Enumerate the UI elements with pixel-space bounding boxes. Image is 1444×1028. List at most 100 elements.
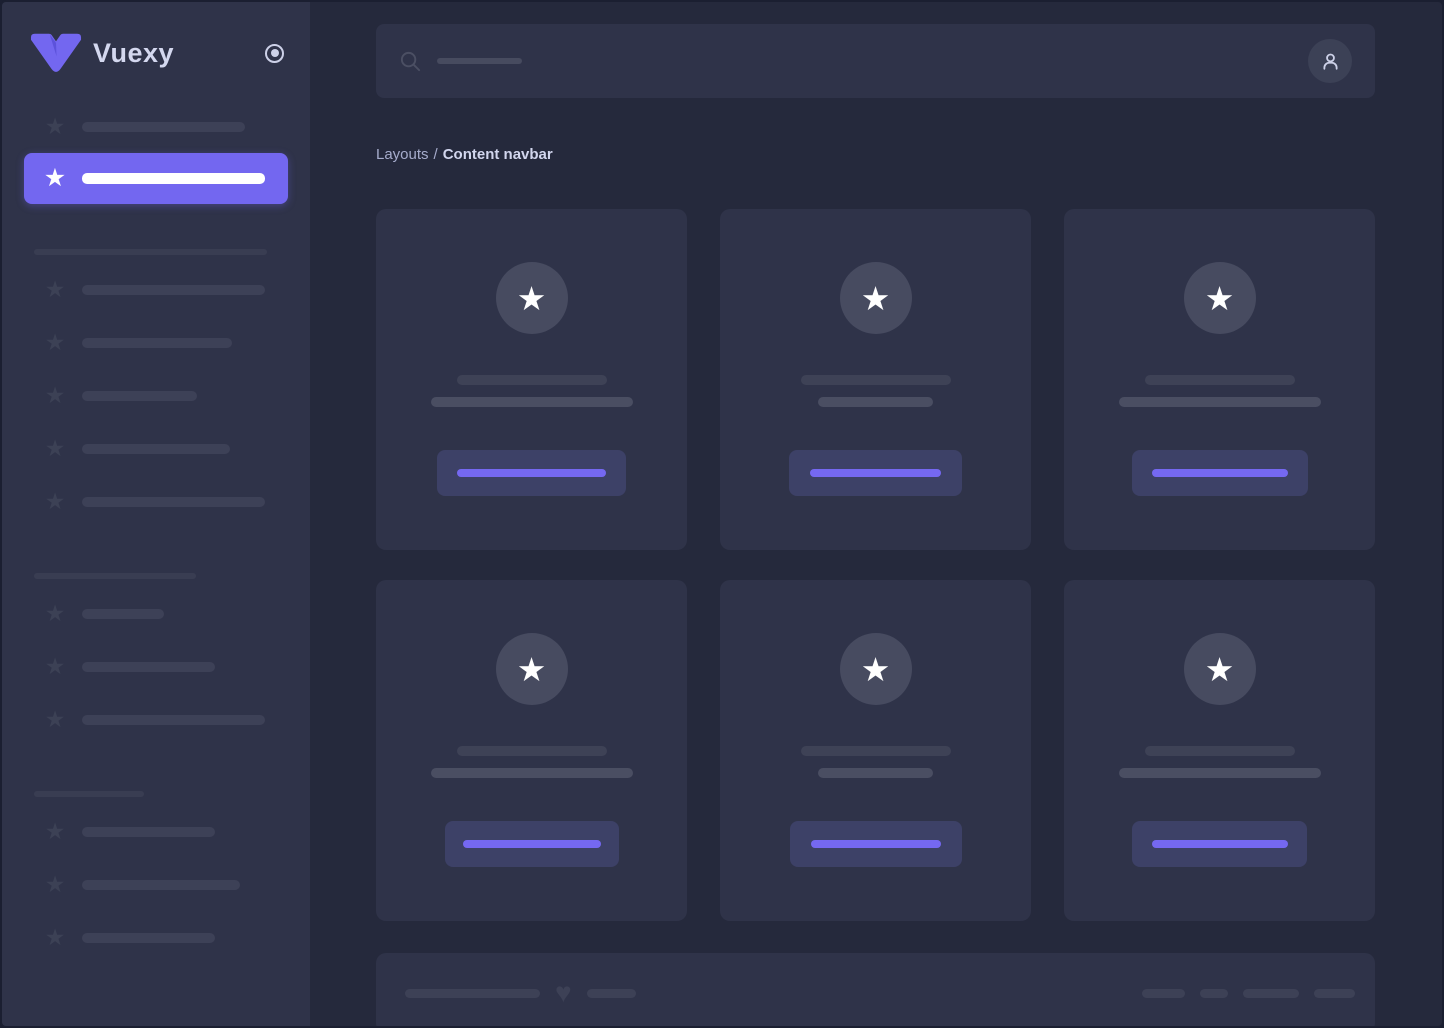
skeleton-bar [82,122,245,132]
sidebar: Vuexy ★ ★ ★ ★ ★ ★ ★ ★ ★ ★ ★ ★ ★ [2,2,310,1026]
sidebar-section: ★ ★ ★ [2,573,310,746]
sidebar-item[interactable]: ★ [2,911,310,964]
star-icon: ★ [42,873,68,896]
star-icon: ★ [1205,282,1235,315]
sidebar-item[interactable]: ★ [2,640,310,693]
skeleton-bar [818,768,933,778]
footer-card: ♥ [376,953,1375,1028]
skeleton-bar [1119,768,1321,778]
sidebar-item[interactable]: ★ [2,263,310,316]
star-icon: ★ [42,384,68,407]
button-label-bar [810,469,941,477]
skeleton-bar [82,173,265,184]
top-navbar [376,24,1375,98]
sidebar-item[interactable]: ★ [2,587,310,640]
skeleton-bar [1145,375,1295,385]
breadcrumb-section-link[interactable]: Layouts [376,146,429,163]
menu-pin-toggle-icon[interactable] [265,44,284,63]
star-icon: ★ [1205,653,1235,686]
sidebar-item[interactable]: ★ [2,805,310,858]
card: ★ [720,209,1031,550]
star-icon: ★ [42,820,68,843]
star-icon: ★ [861,282,891,315]
skeleton-bar [405,989,540,998]
card-button[interactable] [1132,821,1307,867]
sidebar-item-active[interactable]: ★ [24,153,288,204]
star-icon: ★ [42,115,68,138]
card-button[interactable] [1132,450,1308,496]
sidebar-section: ★ ★ ★ [2,791,310,964]
skeleton-bar [82,933,215,943]
star-icon: ★ [42,708,68,731]
skeleton-bar [457,746,607,756]
skeleton-bar [82,662,215,672]
card-button[interactable] [789,450,962,496]
skeleton-bar [1314,989,1355,998]
card: ★ [1064,580,1375,921]
button-label-bar [457,469,606,477]
breadcrumb-current-page: Content navbar [443,146,553,163]
star-icon: ★ [517,653,547,686]
card-avatar: ★ [496,633,568,705]
vuexy-logo-icon [30,32,82,74]
skeleton-bar [82,715,265,725]
star-icon: ★ [42,655,68,678]
skeleton-bar [431,768,633,778]
card-avatar: ★ [840,633,912,705]
skeleton-bar [431,397,633,407]
skeleton-bar [457,375,607,385]
card-avatar: ★ [496,262,568,334]
star-icon: ★ [861,653,891,686]
app-window: Vuexy ★ ★ ★ ★ ★ ★ ★ ★ ★ ★ ★ ★ ★ Layouts / Content navb… [0,0,1444,1028]
sidebar-item[interactable]: ★ [2,422,310,475]
card-avatar: ★ [1184,262,1256,334]
sidebar-item[interactable]: ★ [2,369,310,422]
button-label-bar [1152,469,1288,477]
sidebar-item[interactable]: ★ [2,316,310,369]
sidebar-item[interactable]: ★ [2,100,310,153]
card-avatar: ★ [1184,633,1256,705]
search-input[interactable] [437,58,522,64]
skeleton-bar [1145,746,1295,756]
card: ★ [376,209,687,550]
skeleton-bar [82,880,240,890]
user-avatar-button[interactable] [1308,39,1352,83]
skeleton-bar [801,375,951,385]
star-icon: ★ [42,926,68,949]
skeleton-bar [1119,397,1321,407]
card: ★ [1064,209,1375,550]
heart-icon: ♥ [555,979,572,1007]
breadcrumb-separator: / [434,146,438,163]
skeleton-bar [801,746,951,756]
skeleton-bar [1142,989,1185,998]
section-header-bar [34,573,196,579]
button-label-bar [1152,840,1288,848]
card: ★ [720,580,1031,921]
brand-name: Vuexy [93,38,265,69]
card-button[interactable] [790,821,962,867]
main-content: Layouts / Content navbar ★ ★ ★ ★ ★ ★ ♥ [310,2,1442,1026]
sidebar-menu: ★ ★ ★ ★ ★ ★ ★ ★ ★ ★ ★ ★ ★ [2,100,310,964]
star-icon: ★ [42,437,68,460]
card-button[interactable] [445,821,619,867]
skeleton-bar [82,444,230,454]
card-button[interactable] [437,450,626,496]
sidebar-item[interactable]: ★ [2,858,310,911]
skeleton-bar [818,397,933,407]
person-icon [1319,50,1342,73]
footer-right-bars [1142,989,1355,998]
skeleton-bar [82,827,215,837]
skeleton-bar [1243,989,1299,998]
search-icon[interactable] [399,50,422,73]
star-icon: ★ [42,490,68,513]
card-avatar: ★ [840,262,912,334]
button-label-bar [463,840,601,848]
sidebar-item[interactable]: ★ [2,693,310,746]
star-icon: ★ [42,166,68,191]
skeleton-bar [82,391,197,401]
star-icon: ★ [42,278,68,301]
skeleton-bar [82,497,265,507]
brand-row: Vuexy [2,2,310,74]
section-header-bar [34,249,267,255]
sidebar-item[interactable]: ★ [2,475,310,528]
